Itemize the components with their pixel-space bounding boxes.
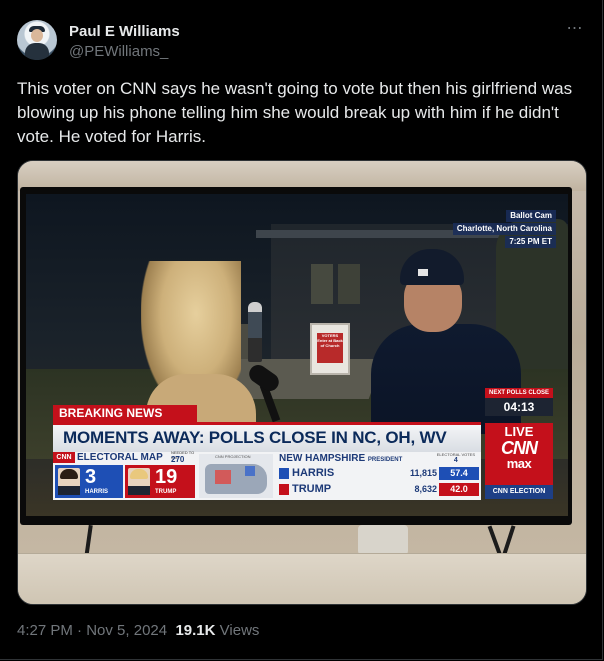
beanie-patch: [418, 269, 428, 276]
cnn-mini-logo: CNN: [53, 452, 75, 463]
candidate-color-chip: [279, 468, 289, 479]
views-count[interactable]: 19.1K: [175, 622, 215, 639]
ballot-cam-location: Ballot Cam Charlotte, North Carolina 7:2…: [452, 210, 556, 249]
candidate-votes: 8,632: [414, 484, 437, 494]
author-handle[interactable]: @PEWilliams_: [69, 42, 180, 61]
smart-speaker: [358, 525, 408, 555]
building-window: [338, 264, 360, 304]
trump-name: TRUMP: [155, 489, 177, 495]
portrait-hair: [130, 469, 148, 479]
harris-ev-card: 3 HARRIS: [55, 465, 123, 498]
cnn-election-label: CNN ELECTION: [485, 485, 553, 499]
ballot-cam-place: Charlotte, North Carolina: [452, 223, 556, 235]
avatar[interactable]: [17, 20, 57, 60]
views-label: Views: [219, 622, 260, 639]
next-polls-countdown: 04:13: [485, 398, 553, 416]
next-polls-close: NEXT POLLS CLOSE 04:13: [485, 388, 553, 428]
ballot-cam-time: 7:25 PM ET: [505, 236, 556, 248]
race-row-trump: TRUMP 8,632 42.0: [277, 482, 481, 497]
building-window: [311, 264, 333, 304]
harris-ev: 3: [85, 466, 97, 488]
post-header: Paul E Williams @PEWilliams_ ⋯: [17, 20, 587, 64]
electoral-votes: ELECTORAL VOTES 4: [437, 452, 475, 464]
trump-ev-card: 19 TRUMP: [125, 465, 195, 498]
max-logo: max: [506, 456, 532, 471]
trump-ev: 19: [155, 466, 178, 488]
candidate-votes: 11,815: [409, 468, 437, 478]
portrait-body: [128, 486, 150, 495]
trump-portrait: [128, 468, 150, 495]
breaking-news-label: BREAKING NEWS: [53, 405, 197, 422]
electoral-map-title: ELECTORAL MAP: [77, 452, 163, 463]
post-media[interactable]: VOTERS Enter at Back of Church Ballot Ca…: [17, 160, 587, 605]
electoral-map-header: CNN ELECTORAL MAP NEEDED TO WIN 270: [53, 450, 203, 464]
harris-name: HARRIS: [85, 489, 109, 495]
portrait-body: [58, 486, 80, 495]
results-bar: CNN ELECTORAL MAP NEEDED TO WIN 270 3 HA: [53, 450, 481, 500]
race-title: NEW HAMPSHIRE PRESIDENT: [279, 453, 402, 466]
candidate-color-chip: [279, 484, 289, 495]
next-polls-label: NEXT POLLS CLOSE: [485, 388, 553, 398]
race-row-harris: HARRIS 11,815 57.4: [277, 466, 481, 481]
post-date[interactable]: Nov 5, 2024: [86, 622, 167, 639]
avatar-face: [31, 29, 43, 42]
post-time[interactable]: 4:27 PM: [17, 622, 73, 639]
us-map-thumbnail: CNN PROJECTION: [199, 454, 273, 498]
meta-separator: ·: [72, 622, 87, 639]
race-results: NEW HAMPSHIRE PRESIDENT ELECTORAL VOTES …: [277, 452, 481, 500]
post-text: This voter on CNN says he wasn't going t…: [17, 79, 573, 146]
more-options-icon[interactable]: ⋯: [563, 20, 587, 44]
author-names: Paul E Williams @PEWilliams_: [69, 22, 180, 61]
bystander-figure: [248, 302, 262, 362]
needed-to-win-value: 270: [171, 455, 185, 464]
harris-portrait: [58, 468, 80, 495]
race-office: PRESIDENT: [367, 457, 403, 463]
candidate-name: TRUMP: [292, 483, 332, 495]
ballot-cam-title: Ballot Cam: [506, 210, 556, 222]
map-blue-states: [245, 466, 255, 476]
race-state: NEW HAMPSHIRE: [279, 453, 366, 464]
avatar-suit: [25, 43, 49, 60]
live-label: LIVE: [504, 424, 534, 439]
television: VOTERS Enter at Back of Church Ballot Ca…: [20, 187, 572, 525]
portrait-hair: [60, 469, 78, 479]
candidate-percent: 42.0: [439, 483, 479, 496]
electoral-votes-value: 4: [453, 457, 458, 464]
post-metadata: 4:27 PM · Nov 5, 2024 19.1K Views: [17, 621, 259, 641]
map-red-states: [215, 470, 231, 484]
map-caption: CNN PROJECTION: [215, 454, 251, 459]
voters-sign: VOTERS Enter at Back of Church: [310, 323, 350, 375]
cnn-logo: CNN: [501, 438, 538, 458]
post-card: Paul E Williams @PEWilliams_ ⋯ This vote…: [0, 0, 603, 660]
author-display-name[interactable]: Paul E Williams: [69, 22, 180, 41]
news-chyron: BREAKING NEWS MOMENTS AWAY: POLLS CLOSE …: [53, 388, 553, 503]
live-badge: LIVE CNN max: [485, 423, 553, 485]
tv-shelf: [18, 553, 586, 604]
voters-sign-text: VOTERS Enter at Back of Church: [317, 333, 343, 363]
headline: MOMENTS AWAY: POLLS CLOSE IN NC, OH, WV: [63, 428, 447, 447]
candidate-percent: 57.4: [439, 467, 479, 480]
candidate-name: HARRIS: [292, 467, 335, 479]
tv-screen: VOTERS Enter at Back of Church Ballot Ca…: [26, 194, 568, 516]
headline-bar: MOMENTS AWAY: POLLS CLOSE IN NC, OH, WV: [53, 422, 481, 452]
